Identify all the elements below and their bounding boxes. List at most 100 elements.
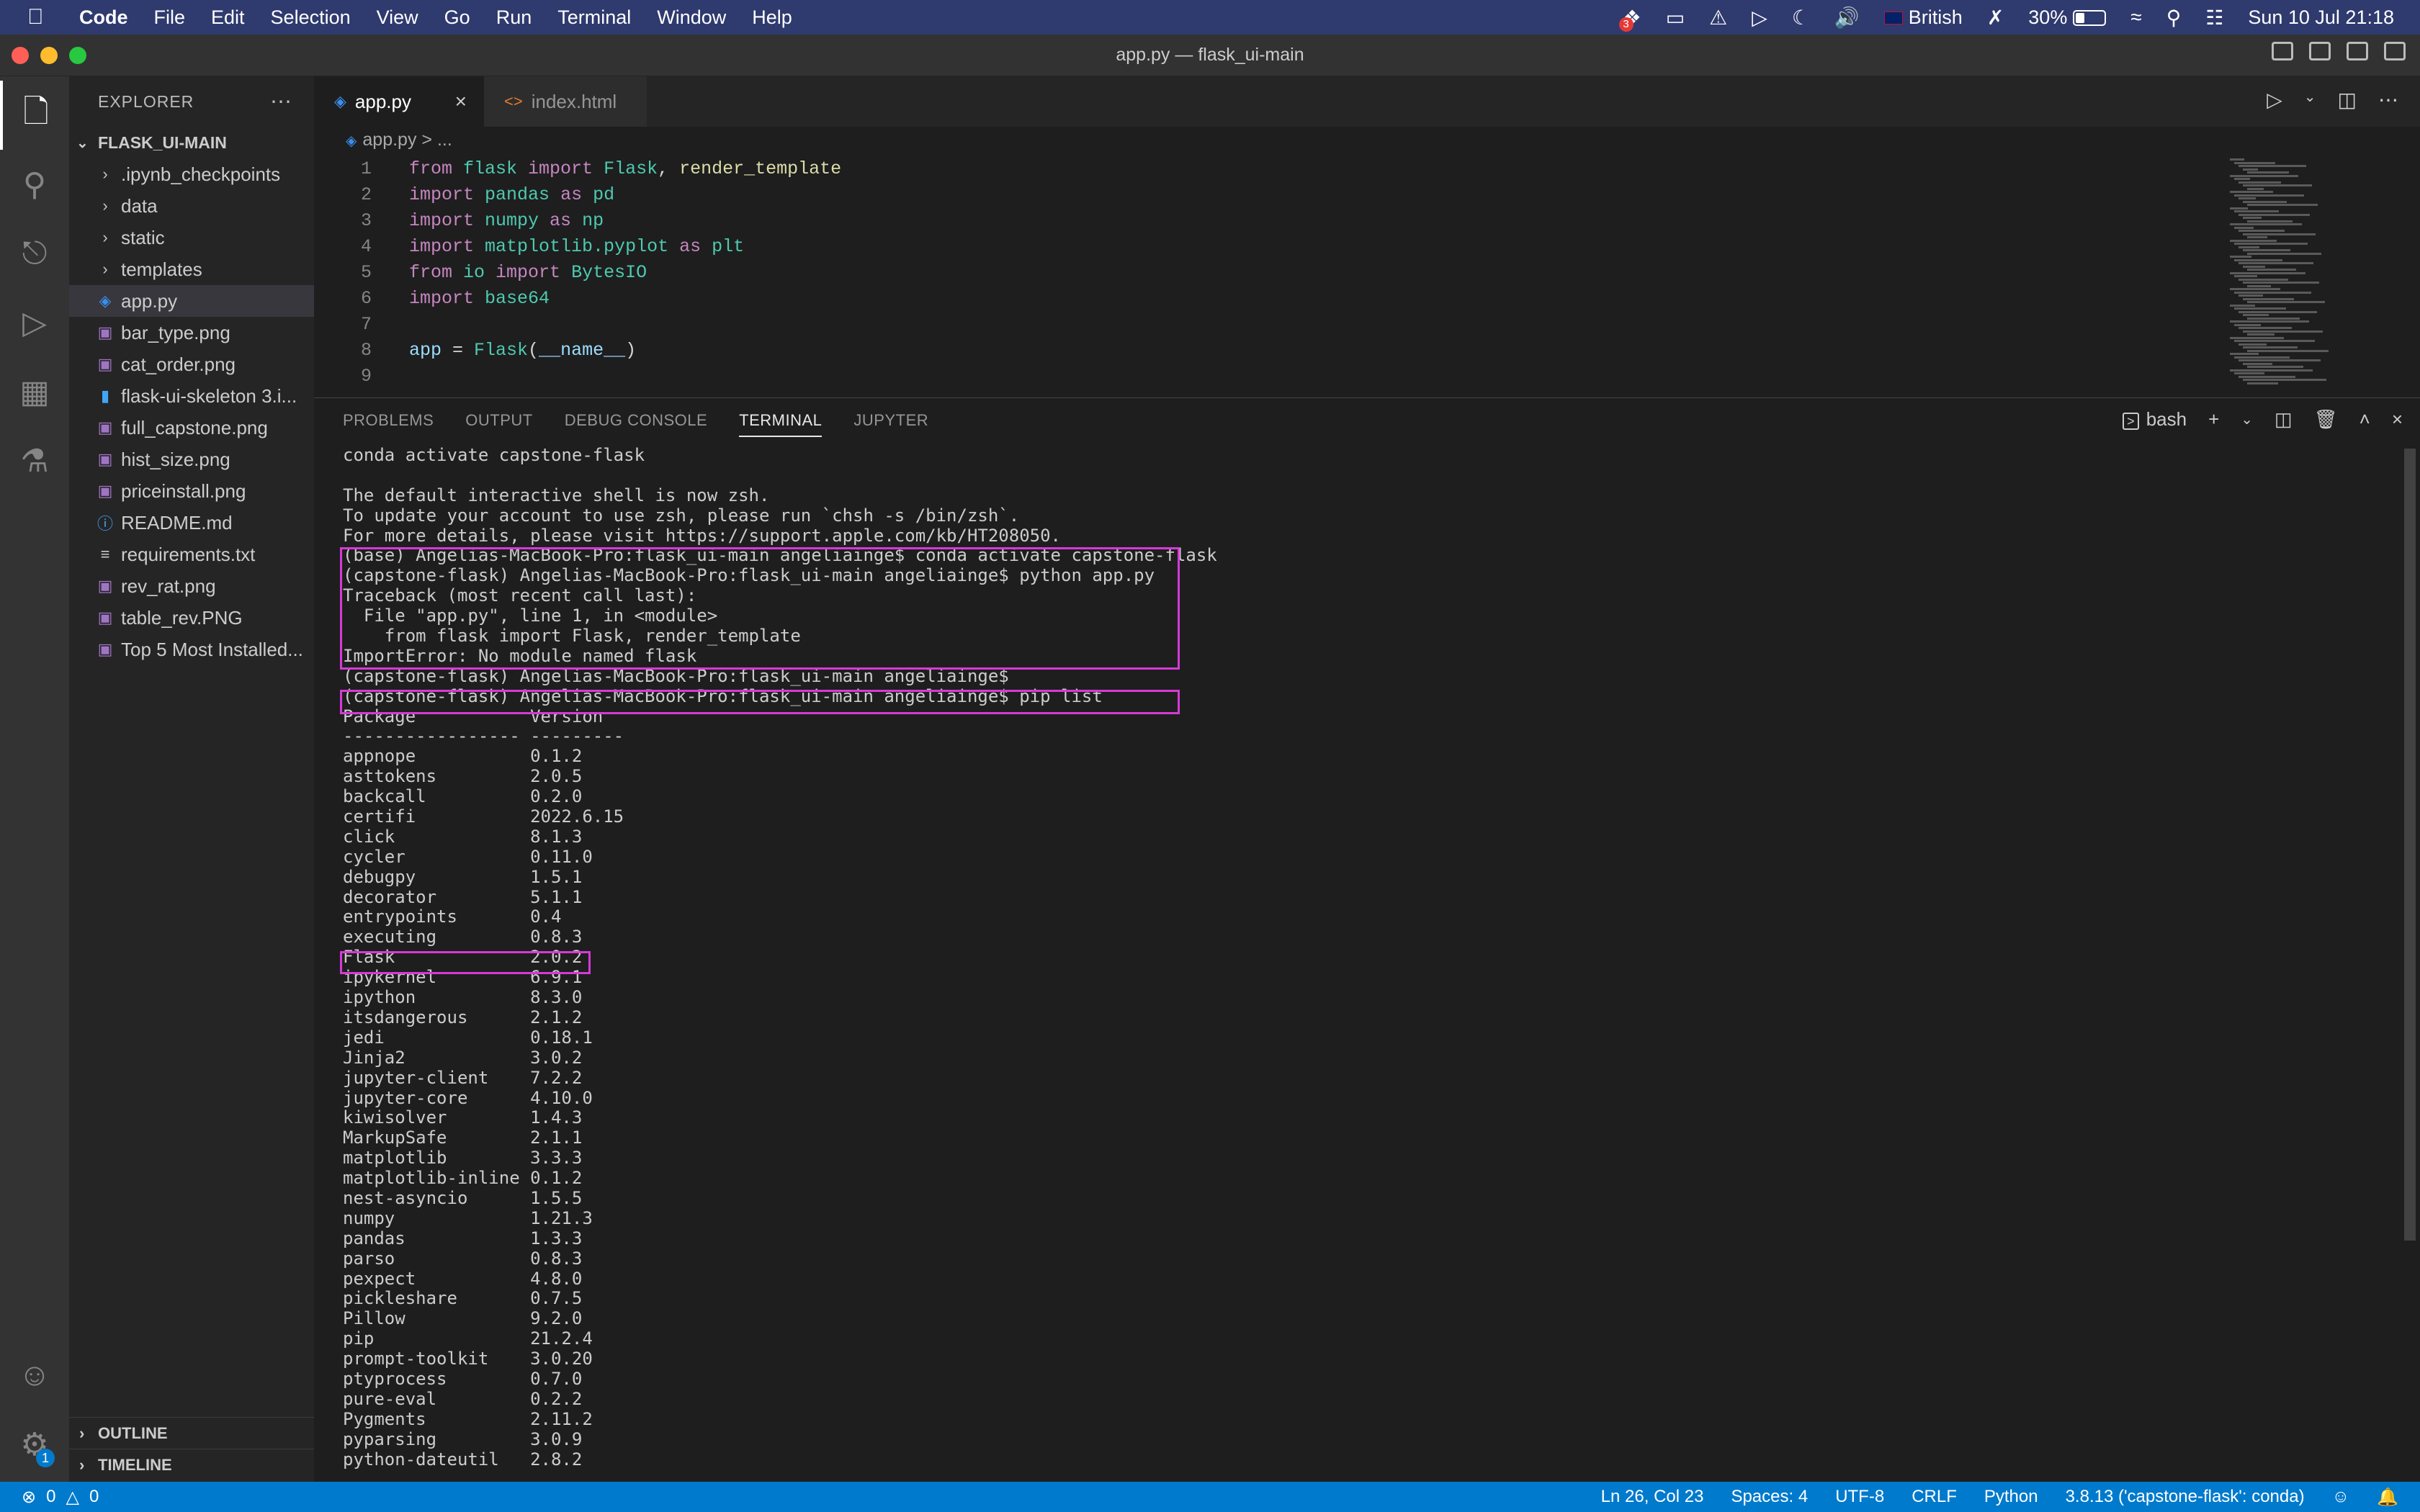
alert-icon[interactable]: ⚠ [1709, 6, 1727, 30]
chevron-down-icon[interactable]: ⌄ [2241, 410, 2253, 428]
tree-file-full-capstone-png[interactable]: ▣ full_capstone.png [69, 412, 314, 444]
tab-app-py[interactable]: ◈ app.py × [314, 76, 484, 127]
problems-status[interactable]: ⊗ 0 △ 0 [22, 1487, 99, 1508]
code-editor[interactable]: 1 from flask import Flask, render_templat… [314, 156, 2230, 393]
tab-terminal[interactable]: TERMINAL [739, 411, 823, 437]
wifi-icon[interactable]: ≈ [2130, 6, 2141, 29]
play-circle-icon[interactable]: ▷ [1752, 6, 1767, 30]
toggle-secondary-sidebar-icon[interactable] [2347, 42, 2368, 60]
tree-file-app-py[interactable]: ◈ app.py [69, 285, 314, 317]
new-terminal-icon[interactable]: + [2208, 408, 2219, 431]
code-line[interactable]: 4 import matplotlib.pyplot as plt [314, 233, 2230, 259]
workspace-root-folder[interactable]: ⌄ FLASK_UI-MAIN [69, 127, 314, 158]
terminal-shell-selector[interactable]: > bash [2123, 408, 2187, 431]
code-line[interactable]: 3 import numpy as np [314, 207, 2230, 233]
tree-file-flask-ui-skeleton-notebook[interactable]: ▮ flask-ui-skeleton 3.i... [69, 380, 314, 412]
tree-file-readme-md[interactable]: ⓘ README.md [69, 507, 314, 539]
display-icon[interactable]: ▭ [1666, 6, 1685, 30]
clock[interactable]: Sun 10 Jul 21:18 [2248, 6, 2394, 29]
dropbox-icon[interactable]: ❖ 3 [1618, 6, 1641, 32]
code-line[interactable]: 7 [314, 311, 2230, 337]
terminal-scrollbar[interactable] [2404, 449, 2416, 1241]
menu-window[interactable]: Window [657, 6, 726, 29]
breadcrumb[interactable]: ◈ app.py > ... [346, 130, 452, 150]
run-python-file-icon[interactable]: ▷ [2267, 88, 2282, 112]
tree-file-cat-order-png[interactable]: ▣ cat_order.png [69, 348, 314, 380]
chevron-down-icon[interactable]: ⌄ [2304, 88, 2316, 112]
tree-folder-templates[interactable]: › templates [69, 253, 314, 285]
menu-view[interactable]: View [377, 6, 418, 29]
tree-file-top-5-most-installed[interactable]: ▣ Top 5 Most Installed... [69, 634, 314, 665]
trash-icon[interactable]: 🗑 [2314, 408, 2338, 431]
menu-app-name[interactable]: Code [79, 6, 128, 29]
toggle-primary-sidebar-icon[interactable] [2272, 42, 2293, 60]
tree-file-rev-rat-png[interactable]: ▣ rev_rat.png [69, 570, 314, 602]
extensions-icon[interactable]: ▦ [0, 357, 69, 426]
menu-go[interactable]: Go [444, 6, 470, 29]
cursor-position[interactable]: Ln 26, Col 23 [1601, 1487, 1704, 1507]
moon-icon[interactable]: ☾ [1792, 6, 1810, 30]
close-tab-icon[interactable]: × [455, 90, 467, 113]
menu-help[interactable]: Help [752, 6, 792, 29]
menu-edit[interactable]: Edit [211, 6, 245, 29]
outline-section[interactable]: › OUTLINE [69, 1417, 314, 1449]
tree-file-bar-type-png[interactable]: ▣ bar_type.png [69, 317, 314, 348]
control-center-icon[interactable]: ☷ [2205, 6, 2223, 30]
more-actions-icon[interactable]: ⋯ [2378, 88, 2398, 112]
battery-status[interactable]: 30% [2028, 6, 2107, 29]
input-source[interactable]: British [1883, 6, 1963, 29]
tree-file-hist-size-png[interactable]: ▣ hist_size.png [69, 444, 314, 475]
split-terminal-icon[interactable]: ◫ [2275, 408, 2293, 431]
code-line[interactable]: 6 import base64 [314, 285, 2230, 311]
code-line[interactable]: 9 [314, 363, 2230, 389]
tree-file-priceinstall-png[interactable]: ▣ priceinstall.png [69, 475, 314, 507]
timeline-section[interactable]: › TIMELINE [69, 1449, 314, 1480]
menu-terminal[interactable]: Terminal [557, 6, 631, 29]
code-line[interactable]: 5 from io import BytesIO [314, 259, 2230, 285]
tree-file-requirements-txt[interactable]: ≡ requirements.txt [69, 539, 314, 570]
spotlight-search-icon[interactable]: ⚲ [2166, 6, 2182, 30]
explorer-icon[interactable]: 🗋 [0, 81, 69, 150]
bluetooth-off-icon[interactable]: ✗ [1987, 6, 2004, 30]
run-debug-icon[interactable]: ▷ [0, 288, 69, 357]
close-window-button[interactable] [12, 47, 29, 64]
tab-jupyter[interactable]: JUPYTER [853, 411, 928, 437]
apple-icon[interactable]:  [27, 5, 56, 30]
code-line[interactable]: 1 from flask import Flask, render_templat… [314, 156, 2230, 181]
menu-run[interactable]: Run [496, 6, 532, 29]
close-panel-icon[interactable]: × [2392, 408, 2403, 431]
tree-folder-ipynb-checkpoints[interactable]: › .ipynb_checkpoints [69, 158, 314, 190]
tree-folder-data[interactable]: › data [69, 190, 314, 222]
tab-debug-console[interactable]: DEBUG CONSOLE [565, 411, 707, 437]
notifications-bell-icon[interactable]: 🔔 [2377, 1487, 2398, 1508]
minimap[interactable] [2226, 156, 2398, 393]
tree-file-table-rev-png[interactable]: ▣ table_rev.PNG [69, 602, 314, 634]
testing-icon[interactable]: ⚗ [0, 426, 69, 495]
language-mode[interactable]: Python [1984, 1487, 2038, 1507]
accounts-icon[interactable]: ☺ [0, 1341, 69, 1410]
indentation[interactable]: Spaces: 4 [1731, 1487, 1808, 1507]
more-actions-icon[interactable]: ⋯ [270, 89, 292, 114]
tab-problems[interactable]: PROBLEMS [343, 411, 434, 437]
split-editor-icon[interactable]: ◫ [2338, 88, 2357, 112]
menu-selection[interactable]: Selection [271, 6, 351, 29]
menu-file[interactable]: File [154, 6, 186, 29]
maximize-window-button[interactable] [69, 47, 86, 64]
settings-gear-icon[interactable]: ⚙ 1 [0, 1410, 69, 1479]
toggle-panel-icon[interactable] [2309, 42, 2331, 60]
maximize-panel-icon[interactable]: ˄ [2360, 408, 2370, 431]
minimize-window-button[interactable] [40, 47, 58, 64]
feedback-icon[interactable]: ☺ [2332, 1487, 2350, 1507]
tree-folder-static[interactable]: › static [69, 222, 314, 253]
python-interpreter[interactable]: 3.8.13 ('capstone-flask': conda) [2066, 1487, 2305, 1507]
code-line[interactable]: 8 app = Flask(__name__) [314, 337, 2230, 363]
encoding[interactable]: UTF-8 [1835, 1487, 1884, 1507]
search-icon[interactable]: ⚲ [0, 150, 69, 219]
end-of-line[interactable]: CRLF [1912, 1487, 1957, 1507]
volume-icon[interactable]: 🔊 [1834, 6, 1860, 30]
tab-output[interactable]: OUTPUT [465, 411, 532, 437]
tab-index-html[interactable]: <> index.html [484, 76, 647, 127]
code-line[interactable]: 2 import pandas as pd [314, 181, 2230, 207]
source-control-icon[interactable]: ⎋ [0, 219, 69, 288]
customize-layout-icon[interactable] [2384, 42, 2406, 60]
